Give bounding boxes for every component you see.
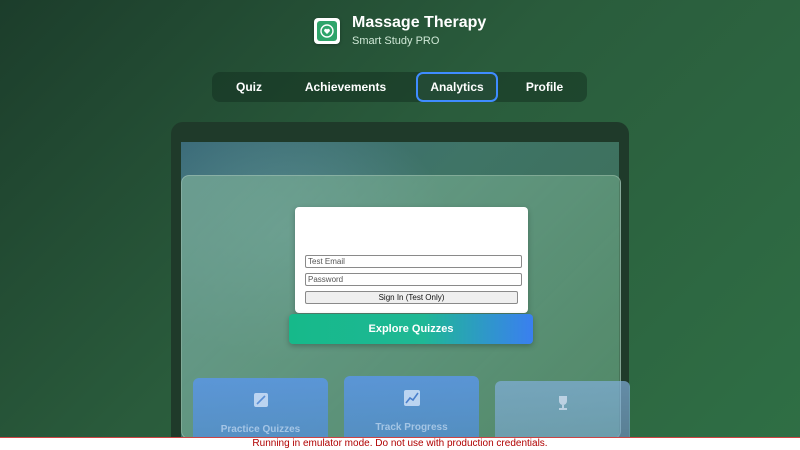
- password-field[interactable]: [305, 273, 522, 286]
- tab-profile[interactable]: Profile: [512, 72, 577, 102]
- feature-label: Track Progress: [375, 422, 448, 433]
- tab-achievements[interactable]: Achievements: [292, 72, 399, 102]
- tab-analytics[interactable]: Analytics: [416, 72, 498, 102]
- chart-line-icon: [344, 388, 479, 413]
- tab-quiz[interactable]: Quiz: [224, 72, 274, 102]
- app-logo: [314, 18, 340, 44]
- main-nav: Quiz Achievements Analytics Profile: [212, 72, 587, 102]
- trophy-icon: [495, 393, 630, 418]
- explore-quizzes-button[interactable]: Explore Quizzes: [289, 314, 533, 344]
- heart-hands-icon: [317, 21, 337, 41]
- sign-in-button[interactable]: Sign In (Test Only): [305, 291, 518, 304]
- app-title: Massage Therapy: [352, 14, 487, 31]
- emulator-warning-banner: Running in emulator mode. Do not use wit…: [0, 437, 800, 450]
- feature-label: Practice Quizzes: [220, 424, 301, 435]
- app-subtitle: Smart Study PRO: [352, 35, 440, 47]
- login-card: Sign In (Test Only): [295, 207, 528, 313]
- notepad-icon: [193, 390, 328, 415]
- email-field[interactable]: [305, 255, 522, 268]
